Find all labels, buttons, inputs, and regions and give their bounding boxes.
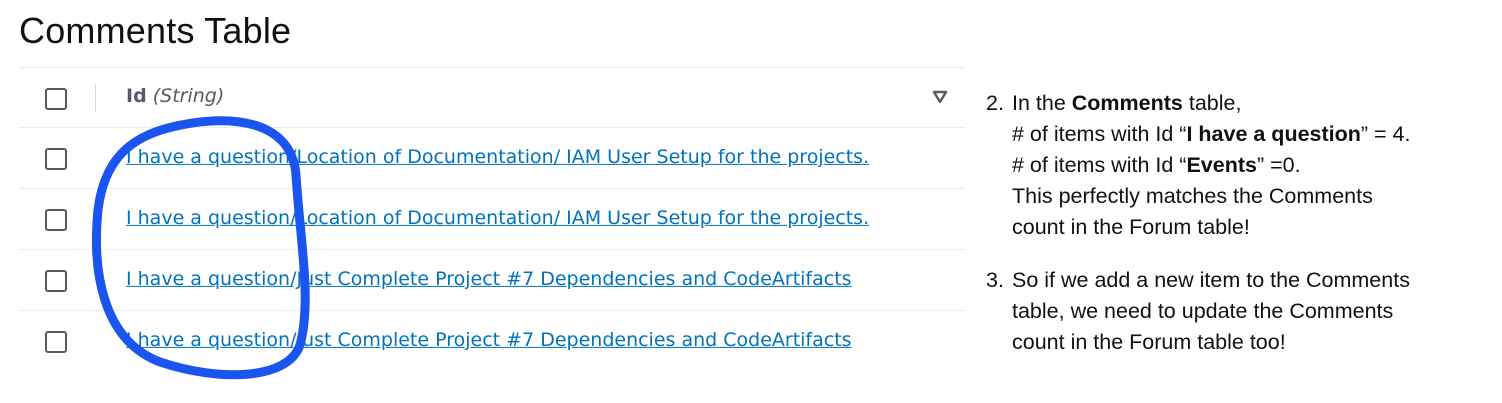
note-text: ” =0. (1256, 153, 1301, 177)
note-text: # of items with Id “ (1012, 153, 1187, 177)
note-bold-text: I have a question (1186, 122, 1361, 146)
comments-table: Id (String) I have a question/Location o… (19, 67, 965, 371)
note-line: count in the Forum table! (1012, 215, 1250, 239)
column-type: (String) (152, 85, 225, 107)
note-line: # of items with Id “Events” =0. (1012, 150, 1496, 181)
note-bold-text: Comments (1071, 91, 1183, 115)
note-line: So if we add a new item to the Comments (1012, 268, 1410, 292)
page-title: Comments Table (19, 10, 292, 51)
item-id-link[interactable]: I have a question/Just Complete Project … (126, 329, 852, 351)
column-header-id[interactable]: Id (String) (126, 85, 224, 107)
note-text: table, (1182, 91, 1242, 115)
column-divider (95, 84, 96, 112)
row-checkbox[interactable] (45, 331, 67, 353)
note-line: table, we need to update the Comments (1012, 299, 1394, 323)
item-id-link[interactable]: I have a question/Just Complete Project … (126, 268, 852, 290)
explanation-notes: 2. In the Comments table, # of items wit… (986, 88, 1496, 358)
note-line: In the Comments table, (1012, 88, 1496, 119)
table-row: I have a question/Location of Documentat… (19, 128, 965, 189)
row-checkbox[interactable] (45, 148, 67, 170)
note-item-2: 2. In the Comments table, # of items wit… (986, 88, 1496, 243)
note-text: ” = 4. (1360, 122, 1411, 146)
note-text: In the (1012, 91, 1072, 115)
note-item-3: 3. So if we add a new item to the Commen… (986, 265, 1496, 358)
select-all-checkbox[interactable] (45, 87, 67, 110)
note-line: count in the Forum table too! (1012, 330, 1286, 354)
note-line: # of items with Id “I have a question” =… (1012, 119, 1496, 150)
row-checkbox[interactable] (45, 270, 67, 292)
note-bold-text: Events (1186, 153, 1257, 177)
sort-descending-icon[interactable] (932, 90, 948, 104)
item-id-link[interactable]: I have a question/Location of Documentat… (126, 207, 869, 229)
column-name: Id (126, 85, 147, 107)
note-line: This perfectly matches the Comments (1012, 184, 1373, 208)
note-number: 2. (986, 91, 1004, 115)
table-row: I have a question/Just Complete Project … (19, 250, 965, 311)
note-text: # of items with Id “ (1012, 122, 1187, 146)
table-row: I have a question/Just Complete Project … (19, 311, 965, 371)
table-row: I have a question/Location of Documentat… (19, 189, 965, 250)
note-number: 3. (986, 268, 1004, 292)
item-id-link[interactable]: I have a question/Location of Documentat… (126, 146, 869, 168)
row-checkbox[interactable] (45, 209, 67, 231)
table-header: Id (String) (19, 67, 965, 128)
